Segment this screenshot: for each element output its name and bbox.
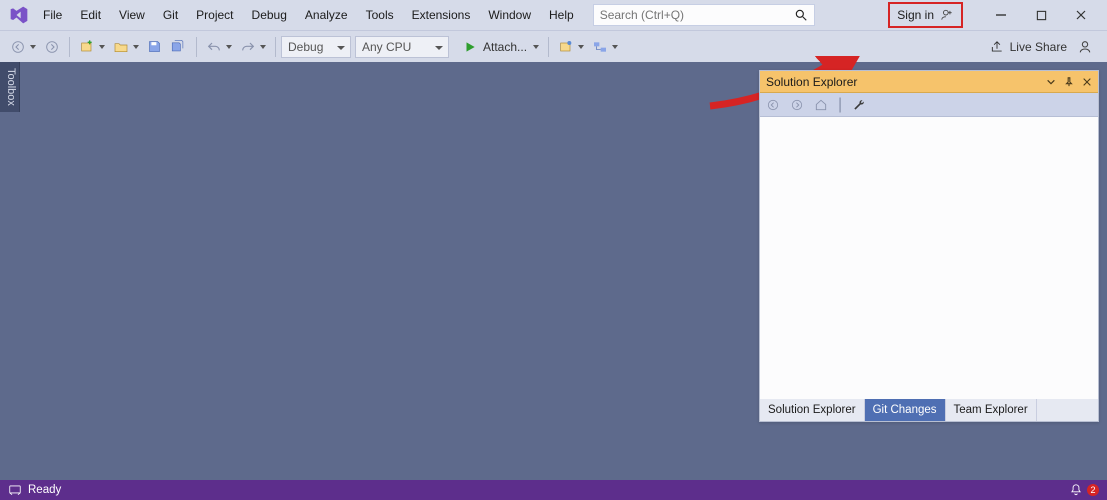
menu-tools[interactable]: Tools bbox=[357, 0, 403, 30]
panel-header[interactable]: Solution Explorer bbox=[760, 71, 1098, 93]
wrench-icon[interactable] bbox=[852, 98, 866, 112]
nav-back-icon[interactable] bbox=[766, 98, 780, 112]
toolbox-tab[interactable]: Toolbox bbox=[0, 62, 20, 112]
panel-close-icon[interactable] bbox=[1082, 77, 1092, 87]
pin-icon[interactable] bbox=[1064, 77, 1074, 87]
live-share-label: Live Share bbox=[1010, 40, 1067, 54]
annotation-highlight: Sign in bbox=[888, 2, 963, 28]
status-bar: Ready 2 bbox=[0, 480, 1107, 500]
sign-in-button[interactable]: Sign in bbox=[893, 8, 958, 22]
new-project-button[interactable] bbox=[75, 35, 109, 59]
panel-body bbox=[760, 117, 1098, 399]
status-text: Ready bbox=[28, 484, 61, 496]
panel-title: Solution Explorer bbox=[766, 75, 857, 89]
nav-forward-icon[interactable] bbox=[790, 98, 804, 112]
menu-project[interactable]: Project bbox=[187, 0, 242, 30]
standard-toolbar: Debug Any CPU Attach... Live Share bbox=[0, 30, 1107, 62]
menu-view[interactable]: View bbox=[110, 0, 154, 30]
attach-label: Attach... bbox=[483, 40, 527, 54]
tab-git-changes[interactable]: Git Changes bbox=[865, 399, 946, 421]
menu-edit[interactable]: Edit bbox=[71, 0, 110, 30]
toolbar-back-button[interactable] bbox=[6, 35, 40, 59]
panel-menu-icon[interactable] bbox=[1046, 77, 1056, 87]
vs-logo-icon bbox=[6, 2, 32, 28]
workspace: Toolbox Solution Explorer | Solution Exp… bbox=[0, 62, 1107, 480]
home-icon[interactable] bbox=[814, 98, 828, 112]
toolbar-forward-button[interactable] bbox=[40, 35, 64, 59]
status-icon bbox=[8, 483, 22, 497]
feedback-icon[interactable] bbox=[1077, 39, 1093, 55]
toolbar-extra-1[interactable] bbox=[554, 35, 588, 59]
share-icon bbox=[990, 40, 1004, 54]
tab-team-explorer[interactable]: Team Explorer bbox=[946, 399, 1037, 421]
save-all-button[interactable] bbox=[166, 35, 191, 59]
undo-button[interactable] bbox=[202, 35, 236, 59]
menu-help[interactable]: Help bbox=[540, 0, 583, 30]
notification-bell-icon[interactable] bbox=[1069, 483, 1083, 497]
menu-window[interactable]: Window bbox=[479, 0, 540, 30]
open-button[interactable] bbox=[109, 35, 143, 59]
search-input[interactable] bbox=[600, 8, 794, 22]
search-icon bbox=[794, 8, 808, 22]
menu-git[interactable]: Git bbox=[154, 0, 187, 30]
solution-platform-dropdown[interactable]: Any CPU bbox=[355, 36, 449, 58]
live-share-button[interactable]: Live Share bbox=[990, 40, 1067, 54]
menu-debug[interactable]: Debug bbox=[243, 0, 296, 30]
panel-toolbar: | bbox=[760, 93, 1098, 117]
start-attach-button[interactable]: Attach... bbox=[455, 35, 543, 59]
redo-button[interactable] bbox=[236, 35, 270, 59]
save-button[interactable] bbox=[143, 35, 166, 59]
menu-bar: File Edit View Git Project Debug Analyze… bbox=[0, 0, 1107, 30]
panel-tab-strip: Solution Explorer Git Changes Team Explo… bbox=[760, 399, 1098, 421]
window-controls bbox=[981, 1, 1101, 29]
toolbar-extra-2[interactable] bbox=[588, 35, 622, 59]
maximize-button[interactable] bbox=[1021, 1, 1061, 29]
menu-analyze[interactable]: Analyze bbox=[296, 0, 357, 30]
minimize-button[interactable] bbox=[981, 1, 1021, 29]
tab-solution-explorer[interactable]: Solution Explorer bbox=[760, 399, 865, 421]
solution-config-dropdown[interactable]: Debug bbox=[281, 36, 351, 58]
notification-badge: 2 bbox=[1087, 484, 1099, 496]
solution-explorer-panel: Solution Explorer | Solution Explorer Gi… bbox=[759, 70, 1099, 422]
sign-in-label: Sign in bbox=[897, 8, 934, 22]
menu-file[interactable]: File bbox=[34, 0, 71, 30]
close-button[interactable] bbox=[1061, 1, 1101, 29]
search-box[interactable] bbox=[593, 4, 815, 26]
person-add-icon bbox=[940, 8, 954, 22]
menu-extensions[interactable]: Extensions bbox=[403, 0, 480, 30]
